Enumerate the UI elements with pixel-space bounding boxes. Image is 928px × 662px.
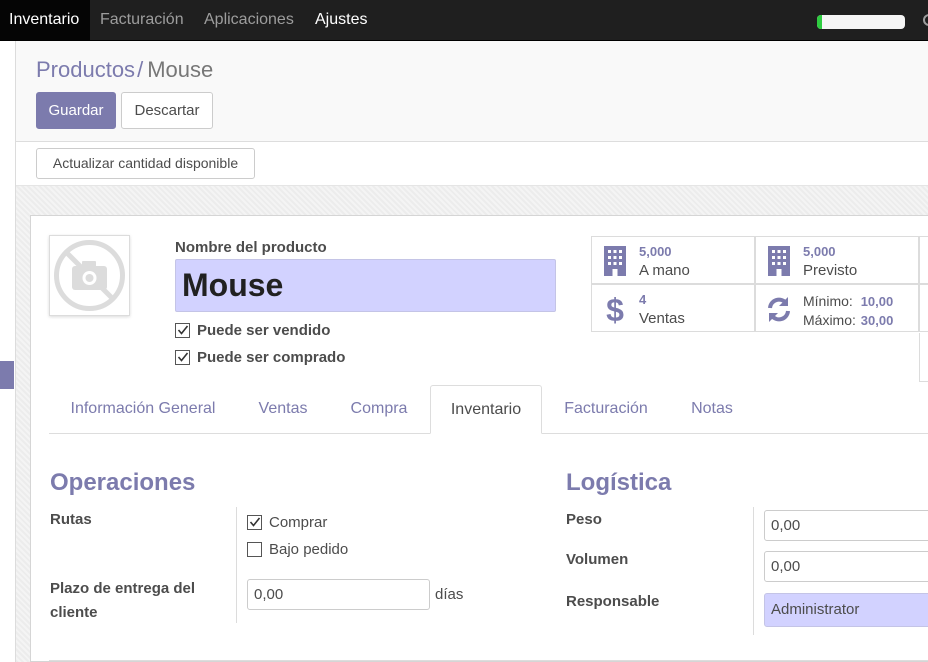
maximum-value: 30,00 — [860, 313, 894, 328]
minimum-label: Mínimo: — [803, 293, 853, 309]
save-button[interactable]: Guardar — [36, 92, 116, 129]
can-be-purchased-checkbox[interactable]: Puede ser comprado — [175, 347, 345, 367]
tab-notes[interactable]: Notas — [680, 385, 744, 434]
status-bar: Actualizar cantidad disponible — [16, 142, 928, 186]
smart-button-overflow — [919, 333, 928, 382]
control-panel: Productos/Mouse Guardar Descartar — [16, 41, 928, 142]
product-name-label: Nombre del producto — [175, 239, 327, 256]
sidebar-handle[interactable] — [0, 361, 14, 389]
weight-input[interactable]: 0,00 — [764, 510, 928, 541]
can-be-purchased-label: Puede ser comprado — [197, 348, 346, 366]
logistics-title: Logística — [566, 469, 672, 496]
product-name-input[interactable]: Mouse — [175, 259, 556, 312]
breadcrumb-separator: / — [137, 57, 144, 82]
discard-button[interactable]: Descartar — [121, 92, 213, 129]
operations-title: Operaciones — [50, 469, 196, 496]
tab-general-info[interactable]: Información General — [62, 385, 224, 434]
sales-button[interactable]: $ 4 Ventas — [591, 284, 755, 332]
user-menu-edge[interactable] — [921, 10, 928, 30]
on-hand-label: A mano — [639, 262, 690, 279]
section-divider — [49, 660, 928, 661]
responsible-input[interactable]: Administrator — [764, 593, 928, 627]
product-image[interactable] — [49, 235, 130, 316]
lead-time-label-line2: cliente — [50, 604, 98, 621]
route-buy-checkbox[interactable]: Comprar — [247, 512, 327, 532]
weight-label: Peso — [566, 511, 602, 528]
maximum-label: Máximo: — [803, 312, 856, 328]
forecast-button[interactable]: 5,000 Previsto — [755, 236, 919, 284]
on-hand-value: 5,000 — [639, 244, 672, 259]
tab-inventory[interactable]: Inventario — [430, 385, 542, 434]
lead-time-input[interactable]: 0,00 — [247, 579, 430, 610]
checkbox-checked-icon — [247, 514, 262, 530]
route-mto-label: Bajo pedido — [269, 540, 349, 558]
nav-ajustes[interactable]: Ajustes — [315, 0, 367, 40]
dollar-icon: $ — [606, 293, 624, 325]
operations-separator — [236, 507, 237, 623]
tab-purchase[interactable]: Compra — [339, 385, 419, 434]
progress-bar[interactable] — [817, 15, 905, 29]
routes-label: Rutas — [50, 511, 92, 528]
route-mto-checkbox[interactable]: Bajo pedido — [247, 539, 348, 559]
nav-aplicaciones[interactable]: Aplicaciones — [204, 0, 294, 40]
progress-fill — [817, 15, 823, 29]
minimum-value: 10,00 — [860, 294, 894, 309]
can-be-sold-checkbox[interactable]: Puede ser vendido — [175, 320, 330, 340]
on-hand-button[interactable]: 5,000 A mano — [591, 236, 755, 284]
update-quantity-button[interactable]: Actualizar cantidad disponible — [36, 148, 255, 179]
reorder-values: Mínimo: 10,00 Máximo: 30,00 — [803, 292, 893, 330]
tab-invoicing[interactable]: Facturación — [553, 385, 659, 434]
more-button-top[interactable] — [919, 236, 928, 284]
tab-sales[interactable]: Ventas — [244, 385, 322, 434]
forecast-value: 5,000 — [803, 244, 836, 259]
svg-text:$: $ — [606, 293, 624, 325]
can-be-sold-label: Puede ser vendido — [197, 321, 331, 339]
nav-facturacion[interactable]: Facturación — [100, 0, 184, 40]
top-navbar: Inventario Facturación Aplicaciones Ajus… — [0, 0, 928, 41]
checkbox-unchecked-icon — [247, 541, 262, 557]
breadcrumb: Productos/Mouse — [36, 57, 213, 83]
sales-label: Ventas — [639, 310, 685, 327]
volume-label: Volumen — [566, 551, 629, 568]
lead-time-unit: días — [435, 586, 464, 603]
breadcrumb-parent[interactable]: Productos — [36, 57, 135, 82]
building-icon — [768, 246, 790, 276]
logistics-separator — [753, 507, 754, 635]
sales-value: 4 — [639, 292, 647, 307]
building-icon — [604, 246, 626, 276]
no-image-camera-icon — [54, 240, 125, 311]
reorder-rules-button[interactable]: Mínimo: 10,00 Máximo: 30,00 — [755, 284, 919, 332]
forecast-label: Previsto — [803, 262, 858, 279]
checkbox-checked-icon — [175, 322, 190, 338]
more-button-bottom[interactable] — [919, 284, 928, 332]
lead-time-label-line1: Plazo de entrega del — [50, 580, 196, 597]
volume-input[interactable]: 0,00 — [764, 551, 928, 582]
refresh-icon — [768, 297, 790, 322]
smart-buttons: 5,000 A mano 5,000 Previsto $ 4 Ventas M… — [591, 236, 928, 333]
breadcrumb-current: Mouse — [147, 57, 214, 82]
left-sidebar — [0, 41, 16, 662]
responsible-label: Responsable — [566, 593, 660, 610]
route-buy-label: Comprar — [269, 513, 328, 531]
nav-inventario[interactable]: Inventario — [0, 0, 90, 40]
user-icon — [923, 14, 928, 26]
checkbox-checked-icon — [175, 349, 190, 365]
lead-time-label: Plazo de entrega del cliente — [50, 577, 195, 625]
